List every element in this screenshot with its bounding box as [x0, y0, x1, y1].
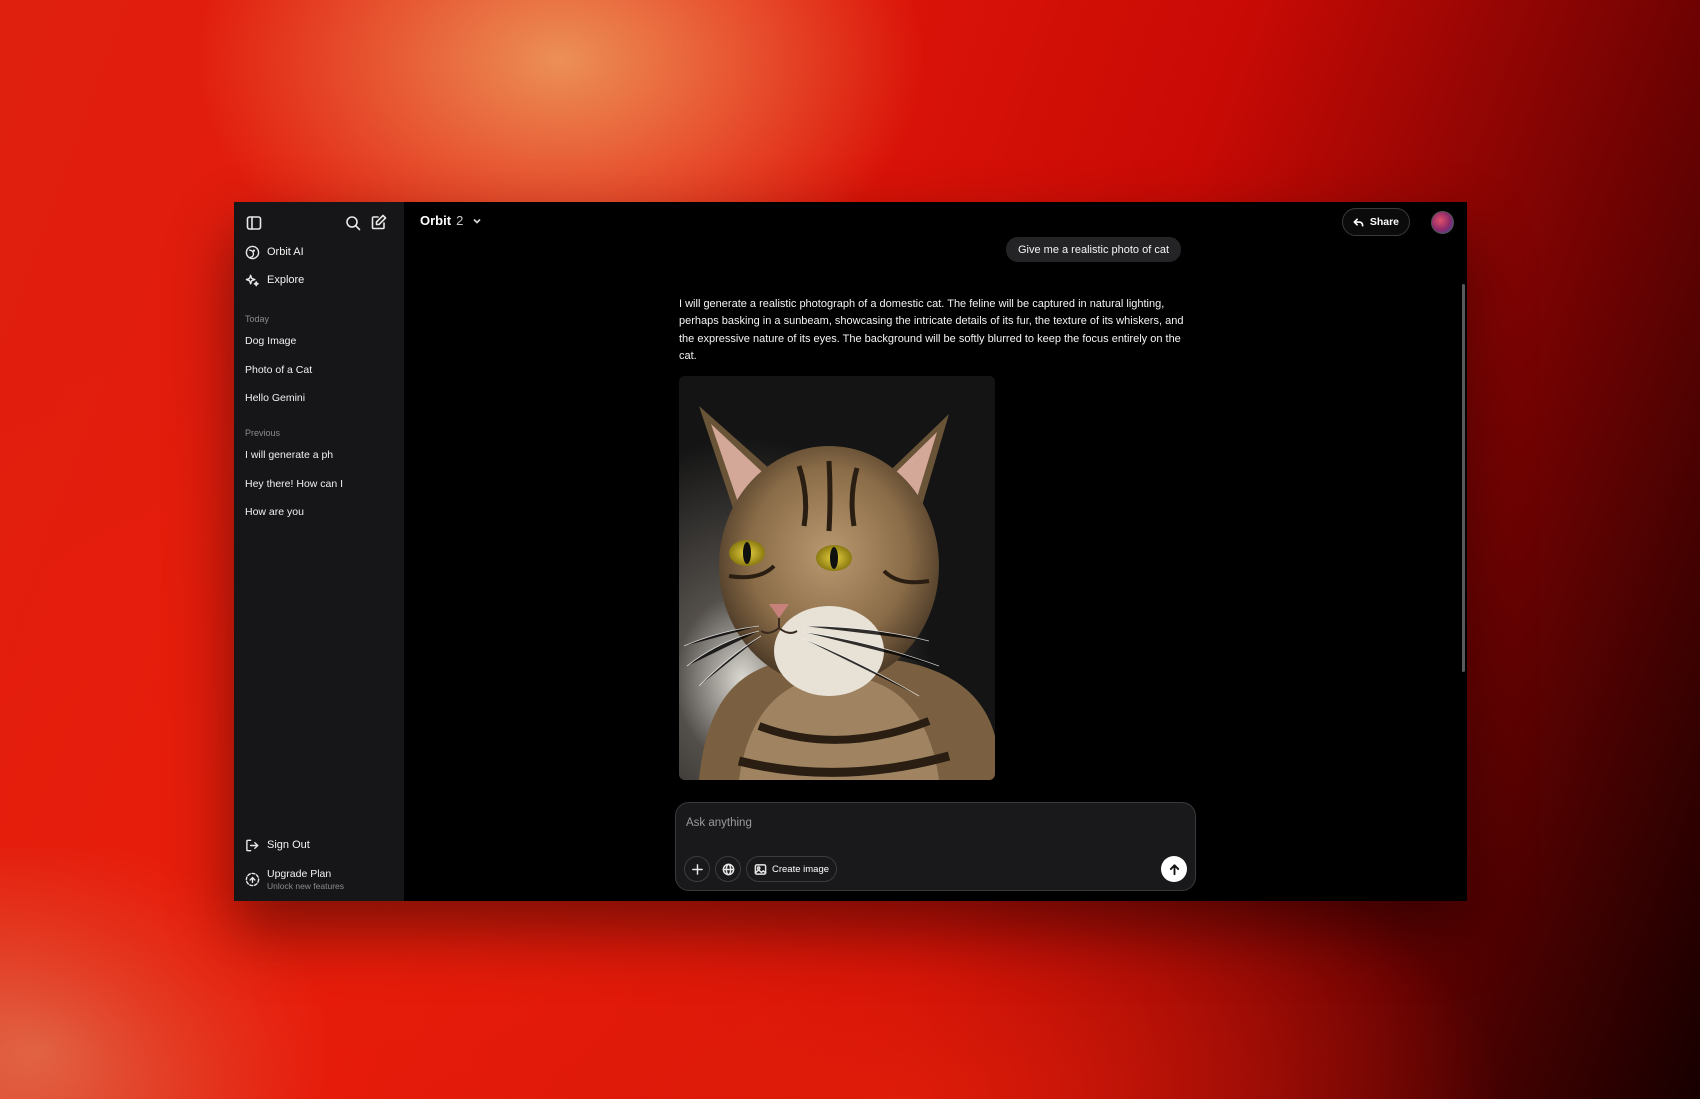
- assistant-message: I will generate a realistic photograph o…: [679, 298, 1184, 362]
- search-icon[interactable]: [343, 213, 363, 233]
- sidebar: Orbit AI Explore Today Dog Image Photo o…: [234, 202, 404, 901]
- generated-cat-image[interactable]: [679, 376, 995, 780]
- sidebar-item-orbit-ai[interactable]: Orbit AI: [244, 241, 396, 263]
- model-version: 2: [456, 213, 464, 228]
- sign-out-label: Sign Out: [267, 839, 310, 851]
- chat-main: Orbit 2 Share Give me a realistic photo …: [404, 202, 1467, 901]
- sidebar-toggle-icon[interactable]: [244, 213, 264, 233]
- create-image-label: Create image: [772, 863, 830, 875]
- sidebar-item-label: Explore: [267, 274, 305, 286]
- sparkle-icon: [244, 272, 260, 288]
- chevron-down-icon: [473, 218, 481, 224]
- upgrade-title: Upgrade Plan: [267, 867, 332, 880]
- sign-out-icon: [244, 837, 260, 853]
- image-icon: [754, 863, 767, 875]
- model-name: Orbit: [420, 213, 452, 228]
- sidebar-item-explore[interactable]: Explore: [244, 269, 396, 291]
- upgrade-subtitle: Unlock new features: [267, 880, 345, 891]
- plus-icon: [691, 863, 703, 875]
- history-item[interactable]: Photo of a Cat: [245, 361, 396, 379]
- history-item[interactable]: How are you: [245, 503, 396, 521]
- share-icon: [1353, 217, 1364, 227]
- orbit-logo-icon: [244, 244, 260, 260]
- upgrade-text: Upgrade Plan Unlock new features: [267, 868, 344, 891]
- share-label: Share: [1369, 216, 1399, 228]
- sidebar-item-label: Orbit AI: [267, 246, 304, 258]
- scrollbar[interactable]: [1462, 284, 1465, 672]
- chat-input[interactable]: [686, 812, 1166, 834]
- sidebar-toolbar: [244, 212, 394, 234]
- history-item[interactable]: Hello Gemini: [245, 389, 396, 407]
- share-button[interactable]: Share: [1341, 208, 1410, 236]
- globe-icon: [722, 863, 734, 875]
- upgrade-icon: [244, 871, 260, 887]
- section-label-today: Today: [245, 314, 270, 324]
- section-label-previous: Previous: [245, 428, 281, 438]
- history-item[interactable]: Dog Image: [245, 332, 396, 350]
- chat-app-window: Orbit AI Explore Today Dog Image Photo o…: [234, 202, 1467, 901]
- sign-out-button[interactable]: Sign Out: [244, 834, 396, 856]
- create-image-button[interactable]: Create image: [746, 856, 838, 882]
- new-chat-icon[interactable]: [369, 212, 389, 232]
- user-message: Give me a realistic photo of cat: [1006, 237, 1182, 262]
- web-search-button[interactable]: [715, 856, 741, 882]
- upgrade-plan-button[interactable]: Upgrade Plan Unlock new features: [244, 865, 396, 893]
- composer: Create image: [675, 802, 1196, 891]
- add-attachment-button[interactable]: [684, 856, 710, 882]
- send-button[interactable]: [1161, 856, 1187, 882]
- avatar[interactable]: [1431, 211, 1454, 234]
- history-item[interactable]: I will generate a ph: [245, 446, 396, 464]
- model-selector[interactable]: Orbit 2: [420, 213, 482, 228]
- cat-photo: [679, 376, 995, 780]
- arrow-up-icon: [1169, 863, 1179, 875]
- history-item[interactable]: Hey there! How can I: [245, 475, 396, 493]
